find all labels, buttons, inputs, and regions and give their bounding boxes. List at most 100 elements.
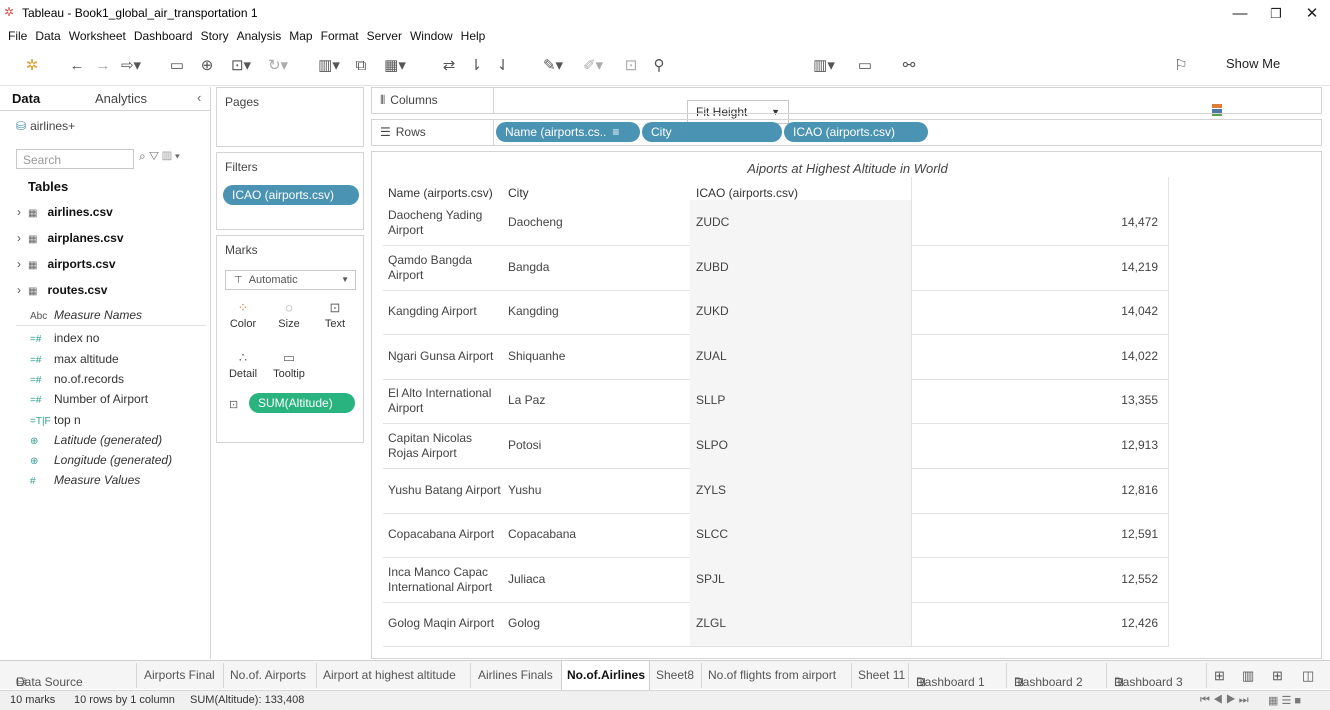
new-dashboard-tab-icon[interactable]: ⊞	[1214, 668, 1225, 684]
sort-descending-icon[interactable]: ⇃	[492, 54, 514, 78]
airport-name-cell[interactable]: Copacabana Airport	[388, 512, 506, 557]
sort-ascending-icon[interactable]: ⇂	[465, 54, 487, 78]
tab-analytics[interactable]: Analytics	[95, 91, 147, 106]
field-item[interactable]: =# max altitude	[30, 352, 119, 366]
close-button[interactable]: ✕	[1294, 2, 1330, 26]
icao-cell[interactable]: SLLP	[696, 378, 906, 423]
sum-altitude-pill[interactable]: SUM(Altitude)	[249, 393, 355, 413]
city-cell[interactable]: Copacabana	[508, 512, 688, 557]
pages-shelf[interactable]: Pages	[216, 87, 364, 147]
header-icao[interactable]: ICAO (airports.csv)	[696, 186, 798, 200]
new-worksheet-tab-icon[interactable]: ▥	[1242, 668, 1254, 684]
tab-airports-final[interactable]: Airports Final	[144, 668, 215, 682]
icao-cell[interactable]: SPJL	[696, 557, 906, 602]
icao-cell[interactable]: ZUKD	[696, 289, 906, 334]
tab-airport-at-highest-altitude[interactable]: Airport at highest altitude	[323, 668, 456, 682]
search-input[interactable]: Search	[16, 149, 134, 169]
airport-name-cell[interactable]: Inca Manco Capac International Airport	[388, 557, 506, 602]
airport-name-cell[interactable]: El Alto International Airport	[388, 378, 506, 423]
menu-dashboard[interactable]: Dashboard	[134, 27, 193, 45]
size-card[interactable]: ◌ Size	[269, 298, 309, 338]
pin-icon[interactable]: ⚲	[648, 54, 670, 78]
city-cell[interactable]: Potosi	[508, 423, 688, 468]
airport-name-cell[interactable]: Golog Maqin Airport	[388, 601, 506, 646]
field-item[interactable]: =# no.of.records	[30, 372, 124, 386]
icao-cell[interactable]: SLPO	[696, 423, 906, 468]
text-card[interactable]: ⊡ Text	[315, 298, 355, 338]
icao-cell[interactable]: ZYLS	[696, 468, 906, 513]
row-pill-city[interactable]: City	[642, 122, 782, 142]
menu-window[interactable]: Window	[410, 27, 453, 45]
menu-worksheet[interactable]: Worksheet	[69, 27, 126, 45]
minimize-button[interactable]: —	[1222, 2, 1258, 26]
collapse-icon[interactable]: ‹	[197, 90, 201, 105]
city-cell[interactable]: Kangding	[508, 289, 688, 334]
table-item[interactable]: › ▦ routes.csv	[17, 283, 107, 297]
new-dashboard-icon[interactable]: ⊞	[1272, 668, 1283, 684]
forward-icon[interactable]: ⇨▾	[116, 54, 146, 78]
presentation-mode-icon[interactable]: ⚐	[1170, 54, 1192, 78]
group-icon[interactable]: ✐▾	[580, 54, 606, 78]
field-item[interactable]: Abc Measure Names	[30, 308, 142, 322]
swap-icon[interactable]: ⇄	[438, 54, 460, 78]
maximize-button[interactable]: ❐	[1258, 2, 1294, 26]
chevron-right-icon[interactable]: ›	[17, 205, 21, 219]
altitude-value-cell[interactable]: 14,042	[932, 289, 1158, 334]
city-cell[interactable]: Golog	[508, 601, 688, 646]
airport-name-cell[interactable]: Ngari Gunsa Airport	[388, 334, 506, 379]
menu-server[interactable]: Server	[367, 27, 402, 45]
columns-shelf[interactable]: ⦀ Columns	[371, 87, 1322, 114]
altitude-value-cell[interactable]: 14,022	[932, 334, 1158, 379]
mark-type-dropdown[interactable]: ⊤ Automatic ▼	[225, 270, 356, 290]
altitude-value-cell[interactable]: 12,913	[932, 423, 1158, 468]
altitude-value-cell[interactable]: 13,355	[932, 378, 1158, 423]
tab-no-of-airports[interactable]: No.of. Airports	[230, 668, 306, 682]
city-cell[interactable]: Bangda	[508, 245, 688, 290]
tab-airlines-finals[interactable]: Airlines Finals	[478, 668, 553, 682]
altitude-value-cell[interactable]: 14,472	[932, 200, 1158, 245]
clear-sheet-icon[interactable]: ▦▾	[380, 54, 410, 78]
city-cell[interactable]: Daocheng	[508, 200, 688, 245]
tableau-icon[interactable]: ✲	[22, 54, 42, 78]
tooltip-card[interactable]: ▭ Tooltip	[269, 348, 309, 388]
menu-data[interactable]: Data	[35, 27, 60, 45]
airport-name-cell[interactable]: Kangding Airport	[388, 289, 506, 334]
new-story-icon[interactable]: ◫	[1302, 668, 1314, 684]
table-item[interactable]: › ▦ airlines.csv	[17, 205, 113, 219]
airport-name-cell[interactable]: Daocheng Yading Airport	[388, 200, 506, 245]
airport-name-cell[interactable]: Yushu Batang Airport	[388, 468, 506, 513]
tab-sheet8[interactable]: Sheet8	[656, 668, 694, 682]
tab-no-of-flights[interactable]: No.of flights from airport	[708, 668, 836, 682]
menu-analysis[interactable]: Analysis	[237, 27, 282, 45]
presentation-icon[interactable]: ▭	[854, 54, 876, 78]
menu-help[interactable]: Help	[461, 27, 486, 45]
icao-cell[interactable]: ZUAL	[696, 334, 906, 379]
chevron-right-icon[interactable]: ›	[17, 257, 21, 271]
new-worksheet-icon[interactable]: ▥▾	[314, 54, 344, 78]
city-cell[interactable]: Juliaca	[508, 557, 688, 602]
chevron-right-icon[interactable]: ›	[17, 283, 21, 297]
airport-name-cell[interactable]: Capitan Nicolas Rojas Airport	[388, 423, 506, 468]
row-pill-icao[interactable]: ICAO (airports.csv)	[784, 122, 928, 142]
table-item[interactable]: › ▦ airports.csv	[17, 257, 116, 271]
field-item[interactable]: ⊕ Latitude (generated)	[30, 433, 162, 447]
tab-no-of-airlines[interactable]: No.of.Airlines	[567, 668, 645, 682]
view-mode-icon[interactable]: ▦ ☰ ■	[1268, 694, 1301, 707]
field-item[interactable]: # Measure Values	[30, 473, 140, 487]
tab-data[interactable]: Data	[12, 91, 40, 106]
chevron-right-icon[interactable]: ›	[17, 231, 21, 245]
refresh-icon[interactable]: ↻▾	[264, 54, 292, 78]
datasource-item[interactable]: ⛁ airlines+	[16, 119, 75, 133]
share-icon[interactable]: ⚯	[898, 54, 920, 78]
icao-cell[interactable]: ZUDC	[696, 200, 906, 245]
tab-navigation-icon[interactable]: ⏮ ◀ ▶ ⏭	[1200, 694, 1249, 707]
filter-pill[interactable]: ICAO (airports.csv)	[223, 185, 359, 205]
new-datasource-icon[interactable]: ⊕	[196, 54, 218, 78]
altitude-value-cell[interactable]: 12,591	[932, 512, 1158, 557]
undo-icon[interactable]: ←	[66, 54, 88, 78]
header-city[interactable]: City	[508, 186, 529, 200]
altitude-value-cell[interactable]: 12,552	[932, 557, 1158, 602]
icao-cell[interactable]: SLCC	[696, 512, 906, 557]
highlight-icon[interactable]: ✎▾	[540, 54, 566, 78]
header-name[interactable]: Name (airports.csv)	[388, 186, 493, 200]
